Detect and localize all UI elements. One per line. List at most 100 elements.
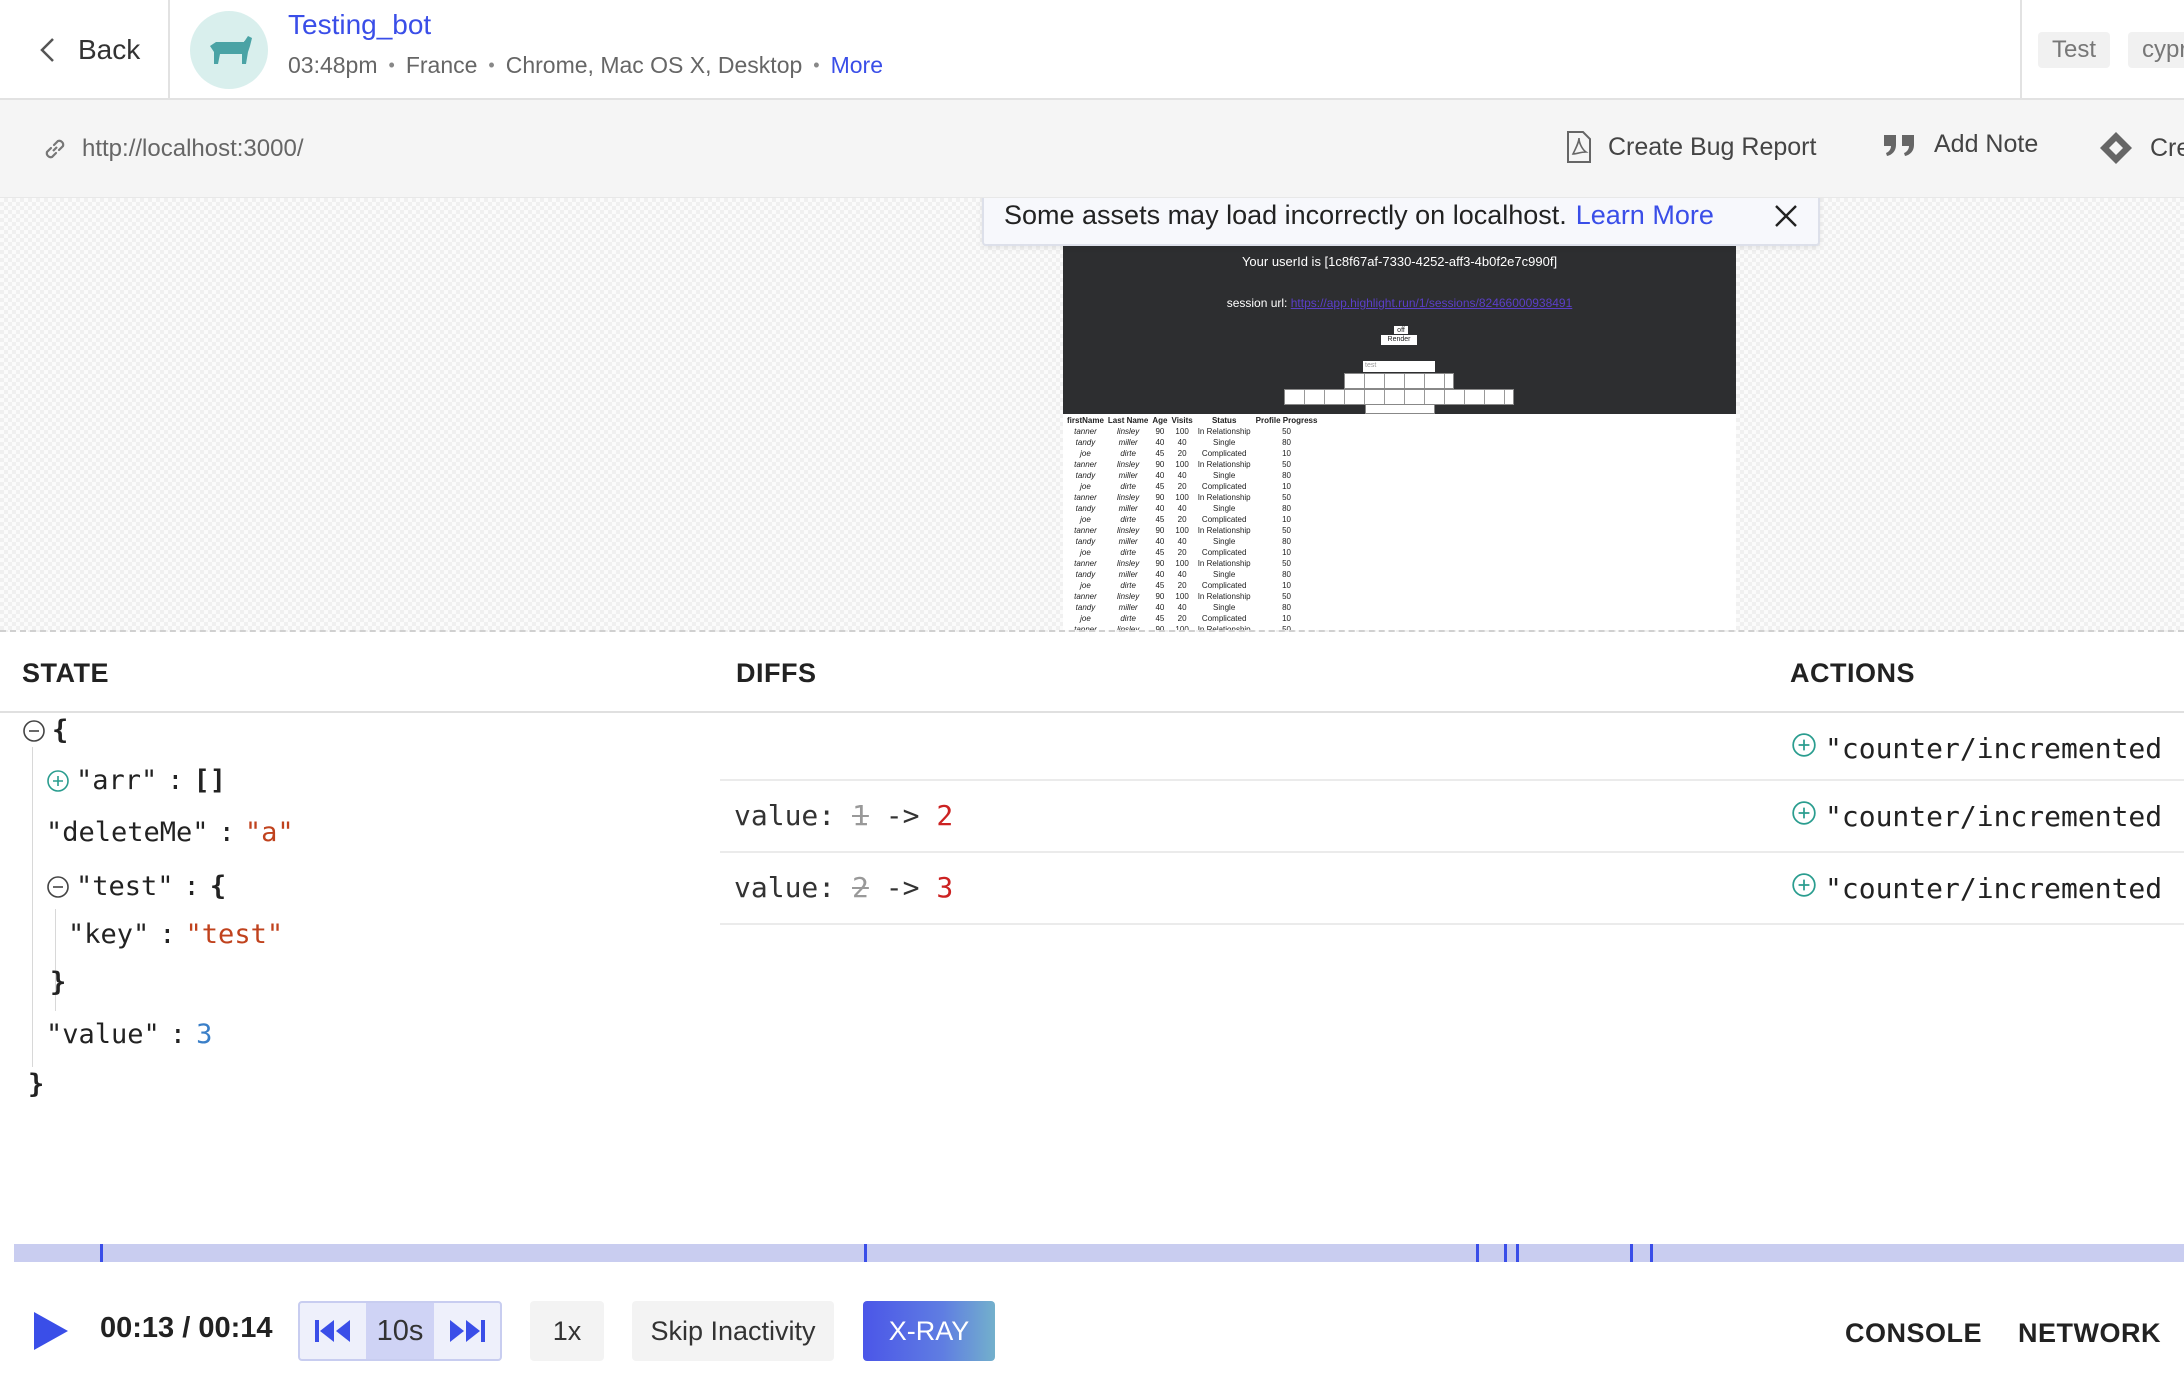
table-cell: 40 bbox=[1177, 438, 1187, 447]
table-cell: 90 bbox=[1155, 625, 1165, 632]
close-icon[interactable] bbox=[1772, 202, 1800, 230]
table-cell: tandy bbox=[1075, 570, 1096, 579]
table-cell: miller bbox=[1118, 537, 1138, 546]
table-cell: 80 bbox=[1282, 438, 1291, 447]
back-button[interactable]: Back bbox=[0, 0, 170, 100]
table-cell: tandy bbox=[1075, 471, 1096, 480]
app-session-link[interactable]: https://app.highlight.run/1/sessions/824… bbox=[1291, 296, 1573, 310]
collapse-icon[interactable] bbox=[46, 875, 70, 899]
create-issue-button[interactable]: Cre bbox=[2098, 130, 2184, 166]
table-cell: 40 bbox=[1155, 471, 1165, 480]
skip-interval[interactable]: 10s bbox=[366, 1303, 434, 1359]
table-cell: linsley bbox=[1117, 559, 1140, 568]
timeline-event-marker[interactable] bbox=[1630, 1244, 1633, 1262]
table-cell: dirte bbox=[1120, 581, 1136, 590]
table-cell: In Relationship bbox=[1197, 493, 1251, 502]
add-note-button[interactable]: Add Note bbox=[1882, 130, 2038, 159]
xray-button[interactable]: X-RAY bbox=[863, 1301, 995, 1361]
table-cell: 50 bbox=[1282, 559, 1291, 568]
table-cell: joe bbox=[1080, 581, 1091, 590]
skip-back-button[interactable] bbox=[300, 1303, 366, 1359]
table-cell: 50 bbox=[1282, 460, 1291, 469]
diff-arrow: -> bbox=[885, 871, 920, 904]
table-cell: 20 bbox=[1177, 449, 1187, 458]
table-cell: linsley bbox=[1117, 427, 1140, 436]
app-text-input[interactable]: test bbox=[1363, 361, 1435, 372]
app-off-button[interactable]: off bbox=[1394, 326, 1408, 334]
diffs-panel-header bbox=[720, 635, 2184, 713]
action-item[interactable]: "counter/incremented bbox=[1791, 800, 2162, 833]
table-cell: linsley bbox=[1117, 526, 1140, 535]
table-cell: Complicated bbox=[1201, 449, 1247, 458]
table-cell: 90 bbox=[1155, 559, 1165, 568]
session-name[interactable]: Testing_bot bbox=[288, 9, 431, 41]
table-row: joe dirte 45 20 Complicated 10 bbox=[1065, 448, 1319, 459]
table-cell: tanner bbox=[1074, 493, 1097, 502]
action-item[interactable]: "counter/incremented bbox=[1791, 732, 2162, 765]
collapse-icon[interactable] bbox=[22, 719, 46, 743]
table-cell: 45 bbox=[1155, 515, 1165, 524]
table-cell: 90 bbox=[1155, 493, 1165, 502]
tree-guide bbox=[32, 747, 33, 1067]
state-root: { bbox=[22, 715, 68, 746]
table-cell: 40 bbox=[1177, 537, 1187, 546]
tag-cypress[interactable]: cypre bbox=[2128, 32, 2184, 68]
separator-dot: • bbox=[488, 55, 495, 75]
table-cell: 100 bbox=[1175, 592, 1189, 601]
diff-label: value: bbox=[734, 871, 836, 904]
expand-icon[interactable] bbox=[1791, 800, 1817, 826]
table-cell: 45 bbox=[1155, 614, 1165, 623]
network-tab[interactable]: NETWORK bbox=[2018, 1318, 2161, 1349]
table-cell: 50 bbox=[1282, 592, 1291, 601]
table-cell: miller bbox=[1118, 504, 1138, 513]
skip-inactivity-button[interactable]: Skip Inactivity bbox=[632, 1301, 834, 1361]
action-item[interactable]: "counter/incremented bbox=[1791, 872, 2162, 905]
chevron-left-icon bbox=[40, 38, 54, 62]
session-meta: 03:48pm • France • Chrome, Mac OS X, Des… bbox=[288, 52, 883, 79]
expand-icon[interactable] bbox=[46, 769, 70, 793]
create-bug-report-button[interactable]: Create Bug Report bbox=[1566, 130, 1816, 164]
app-user-id: Your userId is [1c8f67af-7330-4252-aff3-… bbox=[1241, 254, 1558, 269]
app-table-header: Last Name bbox=[1107, 416, 1149, 425]
table-cell: dirte bbox=[1120, 515, 1136, 524]
table-cell: 20 bbox=[1177, 515, 1187, 524]
timeline-event-marker[interactable] bbox=[1476, 1244, 1479, 1262]
tag-test[interactable]: Test bbox=[2038, 32, 2111, 68]
timeline-event-marker[interactable] bbox=[1650, 1244, 1653, 1262]
localhost-warning-toast: Some assets may load incorrectly on loca… bbox=[982, 198, 1820, 246]
table-cell: 10 bbox=[1282, 515, 1291, 524]
timeline-event-marker[interactable] bbox=[1504, 1244, 1507, 1262]
table-cell: 40 bbox=[1177, 570, 1187, 579]
deleteme-value: "a" bbox=[244, 817, 294, 848]
table-cell: tanner bbox=[1074, 427, 1097, 436]
table-cell: dirte bbox=[1120, 548, 1136, 557]
app-render-button[interactable]: Render bbox=[1381, 335, 1417, 345]
learn-more-link[interactable]: Learn More bbox=[1576, 200, 1714, 231]
timeline-event-marker[interactable] bbox=[1516, 1244, 1519, 1262]
app-box-row bbox=[1344, 373, 1454, 389]
expand-icon[interactable] bbox=[1791, 872, 1817, 898]
table-cell: Single bbox=[1213, 537, 1236, 546]
more-link[interactable]: More bbox=[831, 52, 883, 79]
table-row: joe dirte 45 20 Complicated 10 bbox=[1065, 547, 1319, 558]
table-cell: 90 bbox=[1155, 526, 1165, 535]
table-cell: Complicated bbox=[1201, 614, 1247, 623]
separator-dot: • bbox=[388, 55, 395, 75]
table-cell: 90 bbox=[1155, 592, 1165, 601]
link-icon bbox=[45, 139, 65, 159]
diff-new-value: 2 bbox=[936, 799, 954, 832]
expand-icon[interactable] bbox=[1791, 732, 1817, 758]
play-icon[interactable] bbox=[30, 1310, 70, 1352]
test-close-brace: } bbox=[50, 967, 67, 998]
table-row: tanner linsley 90 100 In Relationship 50 bbox=[1065, 426, 1319, 437]
table-cell: 45 bbox=[1155, 449, 1165, 458]
skip-forward-button[interactable] bbox=[434, 1303, 500, 1359]
timeline-event-marker[interactable] bbox=[100, 1244, 103, 1262]
table-cell: Single bbox=[1213, 570, 1236, 579]
playback-speed-button[interactable]: 1x bbox=[530, 1301, 604, 1361]
app-session-label: session url: bbox=[1226, 296, 1288, 310]
table-cell: 90 bbox=[1155, 460, 1165, 469]
console-tab[interactable]: CONSOLE bbox=[1845, 1318, 1982, 1349]
timeline-scrubber[interactable] bbox=[14, 1244, 2184, 1262]
timeline-event-marker[interactable] bbox=[864, 1244, 867, 1262]
